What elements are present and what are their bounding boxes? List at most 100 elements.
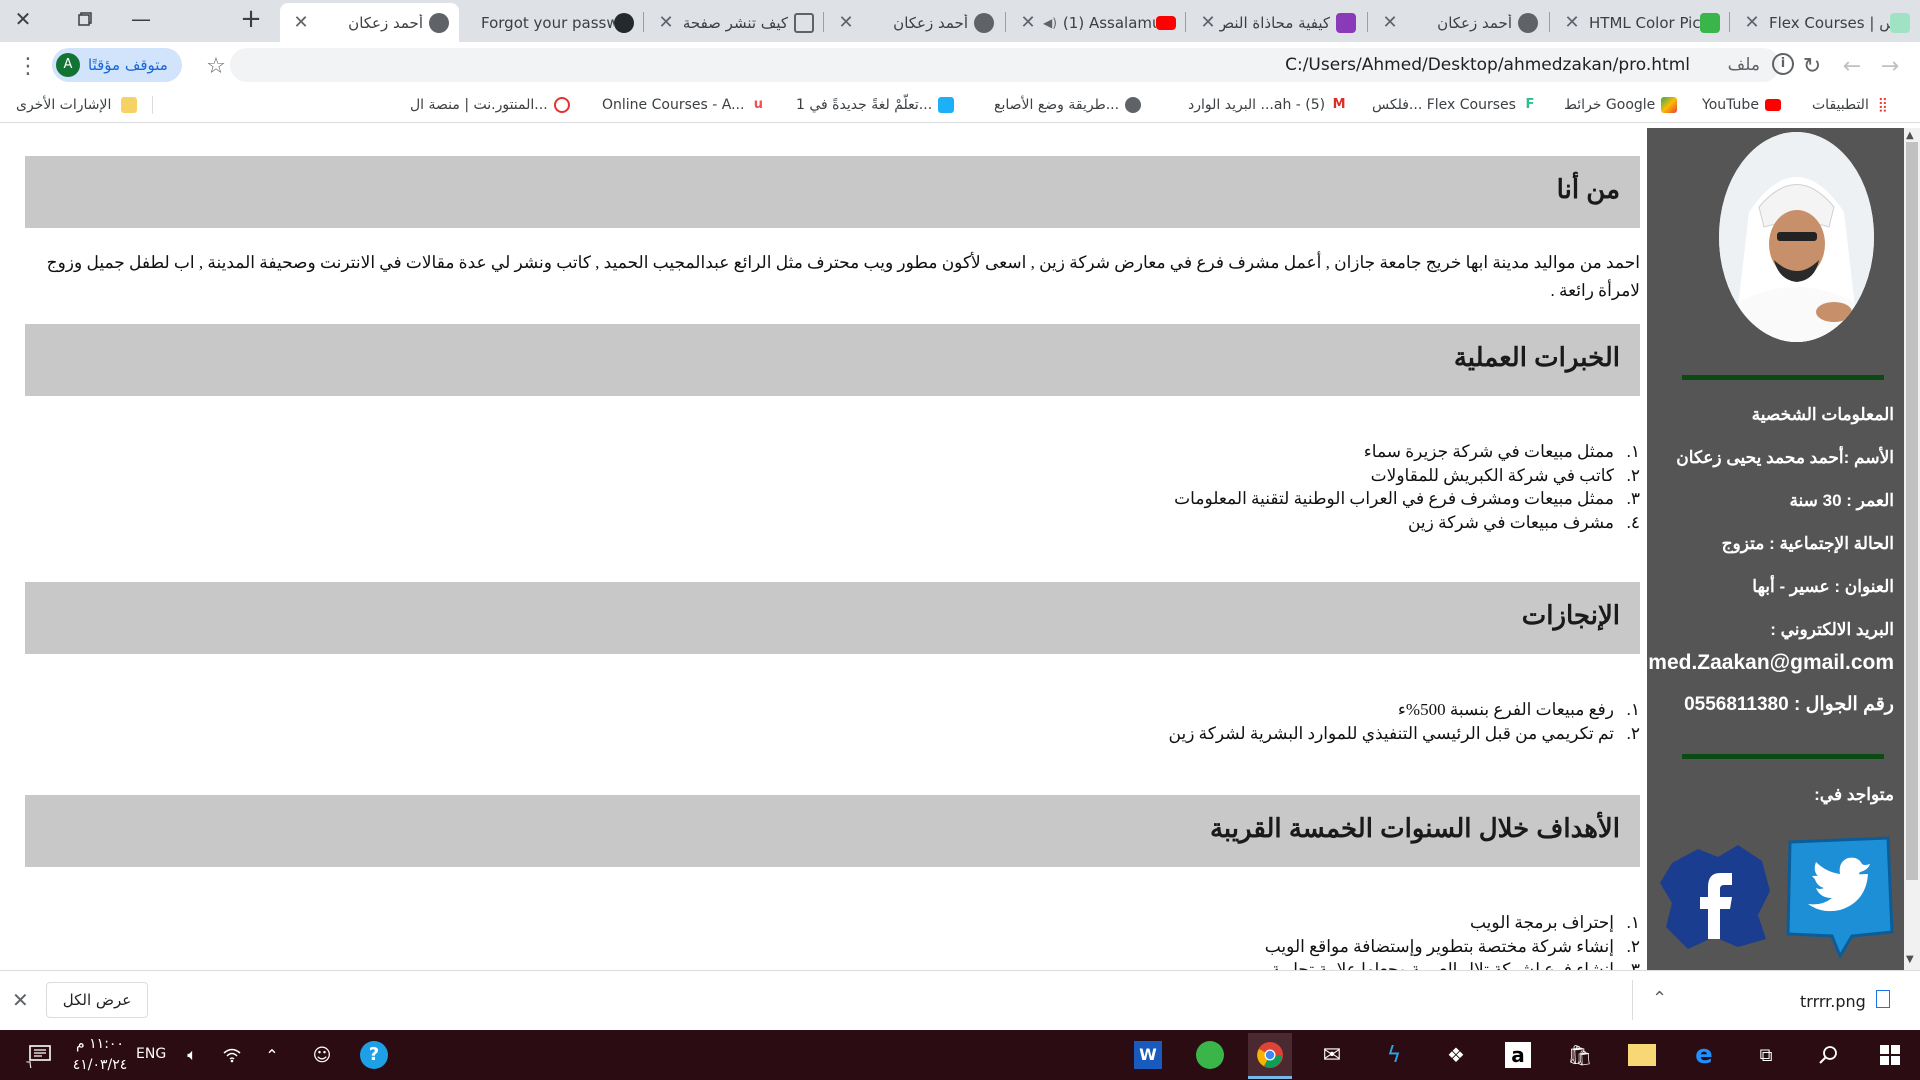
download-file-name[interactable]: trrrr.png	[1800, 992, 1866, 1011]
tab-title: أحمد زعكان	[1437, 13, 1512, 32]
clock-time[interactable]: ١١:٠٠ م	[70, 1036, 130, 1052]
bookmark-google-maps[interactable]: خرائط Google	[1564, 92, 1678, 118]
task-view-button[interactable]: ⧉	[1744, 1033, 1788, 1077]
experience-list: ١. ممثل مبيعات في شركة جزيرة سماء ٢. كاتب …	[1174, 440, 1640, 534]
tab-publish-page[interactable]: ✕ كيف تنشر صفحة	[645, 3, 824, 42]
folder-icon	[121, 97, 138, 113]
menu-button[interactable]: ⋮	[12, 50, 44, 82]
tab-flex-courses[interactable]: ✕ Flex Courses | فلكس	[1731, 3, 1920, 42]
bookmark-duolingo[interactable]: تعلّمْ لغةً جديدةً في 1...	[796, 92, 955, 118]
audio-icon[interactable]: ◀)	[1043, 16, 1057, 30]
tab-ahmed-2[interactable]: ✕ أحمد زعكان	[825, 3, 1004, 42]
close-tab-icon[interactable]: ✕	[835, 12, 857, 33]
show-all-downloads-button[interactable]: عرض الكل	[46, 982, 148, 1018]
address-line: العنوان : عسير - أبها	[1752, 577, 1894, 596]
notification-center-button[interactable]	[18, 1033, 62, 1077]
new-tab-button[interactable]: +	[228, 0, 274, 38]
tab-title: أحمد زعكان	[893, 13, 968, 32]
kebab-menu-icon: ⋮	[17, 53, 39, 79]
store-icon: 🛍︎	[1567, 1043, 1593, 1067]
list-text: تم تكريمي من قبل الرئيسي التنفيذي للموار…	[1168, 723, 1614, 743]
bookmark-apps[interactable]: التطبيقات ⣿	[1812, 92, 1891, 118]
tab-title: كيفية محاذاة النص	[1219, 13, 1330, 32]
list-item: ٤. مشرف مبيعات في شركة زين	[1174, 511, 1640, 535]
scrollbar-thumb[interactable]	[1906, 142, 1918, 880]
facebook-link[interactable]	[1658, 843, 1774, 951]
close-tab-icon[interactable]: ✕	[1197, 12, 1219, 33]
people-icon[interactable]: ☺︎	[300, 1033, 344, 1077]
close-tab-icon[interactable]: ✕	[1017, 12, 1039, 33]
search-taskbar-button[interactable]	[1806, 1033, 1850, 1077]
bookmark-typing[interactable]: طريقة وضع الأصابع...	[994, 92, 1142, 118]
back-button[interactable]: →	[1874, 50, 1906, 82]
bookmark-gmail[interactable]: البريد الوارد ...ah - (5) M	[1188, 92, 1347, 118]
youtube-icon	[1156, 15, 1176, 30]
word-taskbar-button[interactable]: W	[1126, 1033, 1170, 1077]
volume-icon[interactable]: 🔈︎	[170, 1033, 214, 1077]
reload-button[interactable]: ↻	[1796, 50, 1828, 82]
close-tab-icon[interactable]: ✕	[290, 12, 312, 33]
bookmark-star-button[interactable]: ☆	[200, 50, 232, 82]
folder-icon	[1628, 1044, 1656, 1066]
explorer-taskbar-button[interactable]	[1620, 1033, 1664, 1077]
list-number: ٣.	[1626, 960, 1640, 970]
restore-window-button[interactable]	[62, 0, 108, 38]
tab-html-color[interactable]: ✕ HTML Color Picker	[1551, 3, 1730, 42]
list-text: ممثل مبيعات في شركة جزيرة سماء	[1363, 442, 1614, 461]
star-icon: ☆	[206, 53, 226, 79]
vscode-taskbar-button[interactable]: ϟ	[1372, 1033, 1416, 1077]
bookmark-mentor[interactable]: المنتور.نت | منصة ال...	[410, 92, 570, 118]
list-number: ٢.	[1626, 936, 1640, 956]
task-view-icon: ⧉	[1759, 1044, 1773, 1066]
minimize-window-button[interactable]: —	[118, 0, 164, 38]
flex-icon: F	[1525, 97, 1535, 112]
tab-youtube[interactable]: ✕ ◀) (1) Assalamu	[1007, 3, 1186, 42]
store-taskbar-button[interactable]: 🛍︎	[1558, 1033, 1602, 1077]
dropbox-taskbar-button[interactable]: ❖	[1434, 1033, 1478, 1077]
chevron-up-icon[interactable]: ⌃	[1652, 988, 1667, 1009]
help-button[interactable]: ?	[352, 1033, 396, 1077]
list-item: ٣. ممثل مبيعات ومشرف فرع في العراب الوطني…	[1174, 487, 1640, 511]
about-heading: من أنا	[1556, 174, 1620, 204]
info-icon[interactable]: i	[1772, 53, 1794, 75]
forward-button[interactable]: ←	[1836, 50, 1868, 82]
age-line: العمر : 30 سنة	[1789, 491, 1894, 510]
phone-line: رقم الجوال : 0556811380	[1684, 694, 1894, 715]
other-bookmarks[interactable]: الإشارات الأخرى	[16, 92, 138, 118]
close-tab-icon[interactable]: ✕	[655, 12, 677, 33]
edge-taskbar-button[interactable]: e	[1682, 1033, 1726, 1077]
close-tab-icon[interactable]: ✕	[1741, 12, 1763, 33]
tab-ahmed-1[interactable]: ✕ أحمد زعكان	[1369, 3, 1548, 42]
bookmark-udemy[interactable]: Online Courses - A... u	[602, 92, 766, 118]
list-text: إنشاء شركة مختصة بتطوير وإستضافة مواقع ا…	[1264, 936, 1614, 956]
tab-active[interactable]: ✕ أحمد زعكان	[280, 3, 459, 42]
sidebar: المعلومات الشخصية الأسم :أحمد محمد يحيى …	[1620, 128, 1904, 970]
twitter-link[interactable]	[1782, 836, 1894, 960]
profile-button[interactable]: A متوقف مؤقتًا	[52, 48, 182, 82]
bookmark-youtube[interactable]: YouTube	[1702, 92, 1781, 118]
chrome-taskbar-button[interactable]	[1248, 1033, 1292, 1077]
scroll-down-icon[interactable]: ▼	[1906, 954, 1914, 965]
clock-date[interactable]: ٤١/٠٣/٢٤	[70, 1057, 130, 1073]
globe-icon	[974, 12, 994, 33]
chrome-icon	[1257, 1042, 1283, 1068]
chevron-up-icon[interactable]: ⌃	[250, 1033, 294, 1077]
help-icon: ?	[360, 1041, 388, 1069]
app-taskbar-button[interactable]	[1188, 1033, 1232, 1077]
close-tab-icon[interactable]: ✕	[1561, 12, 1583, 33]
bookmark-flex[interactable]: فلكس... Flex Courses F	[1372, 92, 1538, 118]
tab-align-text[interactable]: ✕ كيفية محاذاة النص	[1187, 3, 1366, 42]
scroll-up-icon[interactable]: ▲	[1906, 130, 1914, 141]
amazon-taskbar-button[interactable]: a	[1496, 1033, 1540, 1077]
close-tab-icon[interactable]: ✕	[1379, 12, 1401, 33]
input-language[interactable]: ENG	[136, 1046, 166, 1062]
close-window-button[interactable]: ✕	[0, 0, 46, 38]
start-button[interactable]	[1868, 1033, 1912, 1077]
tab-forgot-password[interactable]: Forgot your password	[465, 3, 644, 42]
tab-title: Flex Courses | فلكس	[1769, 13, 1890, 32]
mail-taskbar-button[interactable]: ✉	[1310, 1033, 1354, 1077]
url-text[interactable]: C:/Users/Ahmed/Desktop/ahmedzakan/pro.ht…	[1285, 55, 1690, 75]
wifi-icon[interactable]	[210, 1033, 254, 1077]
tab-title: Forgot your password	[481, 13, 614, 32]
close-download-bar-icon[interactable]: ✕	[12, 988, 29, 1012]
